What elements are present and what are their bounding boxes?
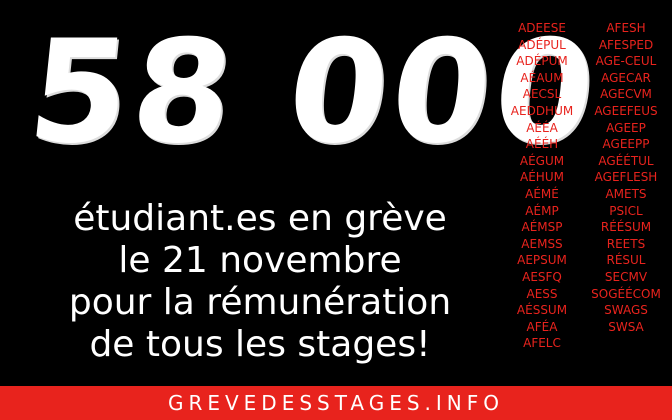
footer-bar: GREVEDESSTAGES.INFO <box>0 386 672 420</box>
organization-name: AFESPED <box>598 37 654 52</box>
organization-name: ADEESE <box>518 21 566 35</box>
organization-name: AÉHUM <box>520 170 564 185</box>
subtitle: étudiant.es en grève le 21 novembre pour… <box>20 198 500 366</box>
organization-name: AÉÉH <box>525 137 559 152</box>
organization-name: PSICL <box>609 203 643 218</box>
organization-name: AÉMSP <box>521 220 563 235</box>
organization-name: AESS <box>526 286 558 301</box>
organization-name: ADÉPUM <box>516 54 568 69</box>
organization-name: AGECAR <box>601 70 651 85</box>
organization-name: AGE-CEUL <box>595 54 657 69</box>
subtitle-line-3: pour la rémunération <box>68 282 452 323</box>
organization-name: AECSL <box>522 87 562 102</box>
organization-name: SWSA <box>608 319 644 334</box>
organization-name: RÉSUL <box>606 253 646 268</box>
organization-name: AGECVM <box>600 87 652 102</box>
subtitle-line-1: étudiant.es en grève <box>73 198 447 239</box>
organization-name: AFÉA <box>526 319 558 334</box>
organization-name: AÉSSUM <box>516 303 568 318</box>
organization-name: AÉMP <box>525 203 559 218</box>
organization-name: AEPSUM <box>517 253 567 268</box>
organization-column-left: ADEESE ADÉPUL ADÉPUM AÉAUM AECSL AEDDHUM AÉÉA A… <box>500 20 584 352</box>
organization-name: SOGÉÉCOM <box>591 286 661 301</box>
organization-name: AFESH <box>606 21 646 35</box>
organization-name: AESFQ <box>522 269 562 284</box>
organization-name: AGEEP <box>606 120 646 135</box>
organization-name: AÉMÉ <box>525 186 559 201</box>
organization-column-right: AFESH AFESPED AGE-CEUL AGECAR AGECVM AGEEFEUS… <box>584 20 668 352</box>
organization-name: AGÉÉTUL <box>598 153 654 168</box>
organization-name: AMETS <box>605 186 647 201</box>
organization-name: AÉGUM <box>519 153 565 168</box>
organization-name: AEMSS <box>521 236 563 251</box>
organization-name: AÉÉA <box>526 120 558 135</box>
organization-name: SECMV <box>604 269 648 284</box>
website-link[interactable]: GREVEDESSTAGES.INFO <box>0 386 672 420</box>
organization-name: AGEEFEUS <box>594 103 658 118</box>
headline-count: 58 000 <box>21 10 607 175</box>
organization-name: ADÉPUL <box>518 37 566 52</box>
organization-name: SWAGS <box>604 303 648 318</box>
subtitle-line-4: de tous les stages! <box>89 324 431 365</box>
subtitle-line-2: le 21 novembre <box>118 240 402 281</box>
organization-name: AEDDHUM <box>510 103 574 118</box>
organization-name: AFELC <box>523 336 561 351</box>
organization-name: REETS <box>606 236 646 251</box>
organization-name: AGEFLESH <box>594 170 658 185</box>
organization-name: AGEEPP <box>602 137 650 152</box>
organization-name: RÉÉSUM <box>600 220 652 235</box>
organization-name: AÉAUM <box>520 70 564 85</box>
organization-list: ADEESE ADÉPUL ADÉPUM AÉAUM AECSL AEDDHUM AÉÉA A… <box>500 20 668 352</box>
